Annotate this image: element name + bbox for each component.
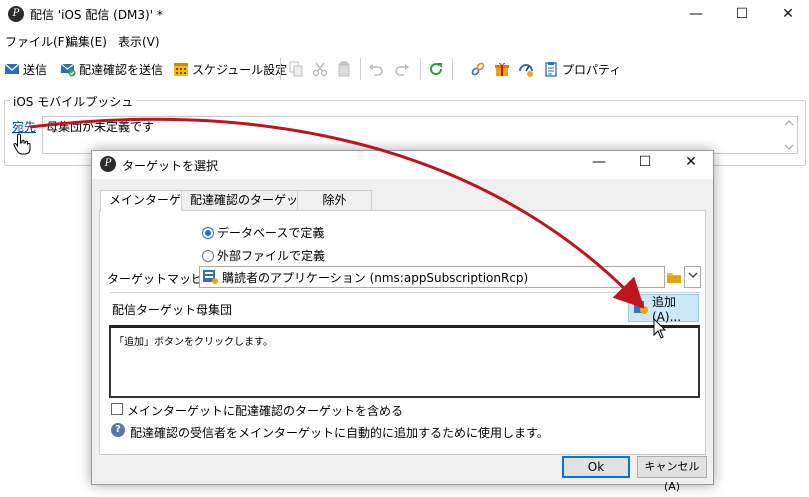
toolbar-separator bbox=[360, 58, 361, 80]
to-field-scrollbar[interactable] bbox=[781, 117, 797, 153]
schedule-label: スケジュール設定 bbox=[192, 62, 288, 77]
include-proof-checkbox[interactable] bbox=[111, 403, 123, 415]
cancel-button[interactable]: キャンセル(A) bbox=[637, 456, 707, 493]
mapping-schema-icon bbox=[202, 269, 219, 288]
refresh-button[interactable] bbox=[428, 58, 444, 80]
radio-external-file[interactable]: 外部ファイルで定義 bbox=[202, 247, 325, 264]
folder-button[interactable] bbox=[666, 267, 682, 287]
redo-button[interactable] bbox=[394, 58, 410, 80]
link-chain-icon bbox=[470, 61, 486, 77]
scissors-icon bbox=[312, 61, 328, 77]
group-legend: iOS モバイルプッシュ bbox=[10, 93, 137, 110]
undo-icon bbox=[368, 61, 384, 77]
include-proof-label: メインターゲットに配達確認のターゲットを含める bbox=[127, 404, 404, 418]
radio-database[interactable]: データベースで定義 bbox=[202, 224, 324, 241]
undo-button[interactable] bbox=[368, 58, 384, 80]
radio-database-label: データベースで定義 bbox=[217, 226, 325, 240]
menu-file[interactable]: ファイル(F) bbox=[5, 33, 69, 50]
population-hint: 「追加」ボタンをクリックします。 bbox=[114, 337, 273, 348]
dialog-maximize-button[interactable]: ☐ bbox=[622, 148, 668, 176]
hand-cursor-icon bbox=[13, 133, 31, 158]
properties-clipboard-icon bbox=[543, 61, 559, 77]
send-proof-button[interactable]: 配達確認を送信 bbox=[60, 58, 163, 80]
maximize-button[interactable]: ☐ bbox=[719, 0, 765, 28]
clipboard-icon bbox=[336, 61, 352, 77]
copy-icon bbox=[288, 61, 304, 77]
audit-button[interactable] bbox=[518, 58, 534, 80]
calendar-icon bbox=[173, 61, 189, 77]
minimize-button[interactable]: — bbox=[673, 0, 719, 28]
to-value: 母集団が未定義です bbox=[46, 120, 155, 134]
population-label: 配信ターゲット母集団 bbox=[112, 303, 233, 317]
toolbar-separator bbox=[420, 58, 421, 80]
radio-external-file-label: 外部ファイルで定義 bbox=[217, 249, 326, 263]
close-button[interactable]: ✕ bbox=[765, 0, 809, 28]
send-label: 送信 bbox=[23, 62, 48, 77]
paste-button[interactable] bbox=[336, 58, 352, 80]
copy-button[interactable] bbox=[288, 58, 304, 80]
mouse-pointer-icon bbox=[653, 317, 667, 343]
dialog-app-logo-icon: P bbox=[100, 156, 116, 172]
link-tool-button[interactable] bbox=[470, 58, 486, 80]
toolbar-separator bbox=[280, 58, 281, 80]
send-button[interactable]: 送信 bbox=[4, 58, 47, 80]
envelope-check-icon bbox=[60, 61, 76, 77]
dialog-title: ターゲットを選択 bbox=[122, 159, 219, 173]
cut-button[interactable] bbox=[312, 58, 328, 80]
toolbar-separator bbox=[452, 58, 453, 80]
dialog-close-button[interactable]: ✕ bbox=[668, 148, 714, 176]
properties-label: プロパティ bbox=[562, 62, 622, 77]
window-title: 配信 'iOS 配信 (DM3)' * bbox=[30, 8, 163, 22]
tab-exclusion[interactable]: 除外 bbox=[297, 190, 372, 211]
menu-view[interactable]: 表示(V) bbox=[118, 33, 160, 50]
redo-icon bbox=[394, 61, 410, 77]
add-filter-icon bbox=[633, 299, 649, 318]
ok-button[interactable]: Ok bbox=[562, 456, 630, 478]
schedule-button[interactable]: スケジュール設定 bbox=[173, 58, 287, 80]
chevron-down-icon[interactable] bbox=[684, 266, 701, 288]
send-proof-label: 配達確認を送信 bbox=[79, 62, 164, 77]
gauge-icon bbox=[518, 61, 534, 77]
help-text: 配達確認の受信者をメインターゲットに自動的に追加するために使用します。 bbox=[130, 426, 549, 440]
radio-database-indicator bbox=[202, 226, 214, 239]
refresh-icon bbox=[428, 61, 444, 77]
dialog-minimize-button[interactable]: — bbox=[576, 148, 622, 176]
help-icon: ? bbox=[111, 423, 125, 437]
gift-icon bbox=[494, 61, 510, 77]
offer-button[interactable] bbox=[494, 58, 510, 80]
envelope-icon bbox=[4, 61, 20, 77]
mapping-value: 購読者のアプリケーション (nms:appSubscriptionRcp) bbox=[222, 271, 529, 285]
radio-external-file-indicator bbox=[202, 249, 214, 262]
properties-button[interactable]: プロパティ bbox=[543, 58, 621, 80]
app-logo-icon: P bbox=[8, 6, 24, 22]
menu-edit[interactable]: 編集(E) bbox=[66, 33, 107, 50]
